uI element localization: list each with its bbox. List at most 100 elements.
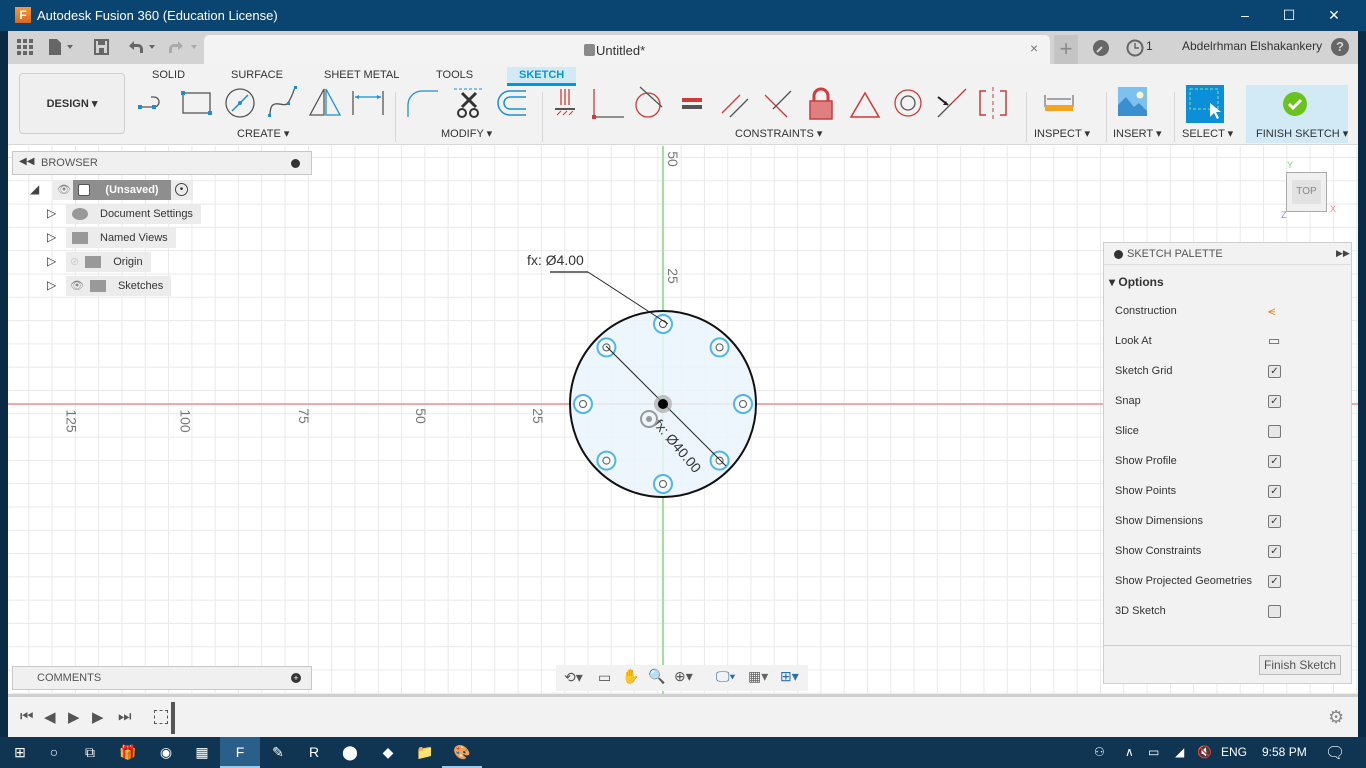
constraints-menu[interactable]: CONSTRAINTS ▾ [735, 127, 822, 140]
checkbox-slice[interactable] [1268, 425, 1281, 438]
tab-tools[interactable]: TOOLS [432, 67, 477, 83]
palette-expand-icon[interactable]: ▶▶ [1336, 248, 1350, 259]
modify-menu[interactable]: MODIFY ▾ [441, 127, 492, 140]
viewcube[interactable]: TOP [1286, 172, 1327, 212]
measure-icon[interactable] [1041, 85, 1079, 121]
inspect-menu[interactable]: INSPECT ▾ [1034, 127, 1090, 140]
expand-node-icon[interactable]: ▷ [47, 254, 56, 268]
close-button[interactable]: ✕ [1311, 0, 1357, 31]
browser-root-node[interactable]: 👁 (Unsaved) • [53, 180, 193, 200]
task-view-icon[interactable]: ⧉ [70, 737, 110, 768]
undo-icon[interactable] [126, 39, 156, 55]
tangent-icon[interactable] [630, 85, 668, 121]
insert-menu[interactable]: INSERT ▾ [1113, 127, 1162, 140]
expand-root-triangle-icon[interactable]: ◢ [30, 182, 39, 196]
midpoint-icon[interactable] [846, 85, 884, 121]
paint-icon[interactable]: 🎨 [442, 737, 482, 768]
eye-icon[interactable]: 👁 [70, 280, 84, 292]
add-comment-icon[interactable]: + [291, 673, 301, 683]
perpendicular-icon[interactable] [759, 85, 797, 121]
expand-node-icon[interactable]: ▷ [47, 278, 56, 292]
rectangle-icon[interactable] [178, 85, 216, 121]
viewcube-face[interactable]: TOP [1292, 180, 1321, 204]
collinear-icon[interactable] [932, 85, 970, 121]
data-panel-grid-icon[interactable] [17, 39, 33, 55]
line-icon[interactable] [136, 85, 174, 121]
coincident-icon[interactable] [588, 85, 626, 121]
fix-lock-icon[interactable] [802, 85, 840, 121]
taskbar-app-icon[interactable]: ▦ [182, 737, 222, 768]
language-indicator[interactable]: ENG [1221, 745, 1247, 759]
show-hidden-icons-chevron[interactable]: ∧ [1125, 745, 1134, 759]
checkbox-show-profile[interactable]: ✓ [1268, 455, 1281, 468]
taskbar-app-icon[interactable]: ✎ [258, 737, 298, 768]
activate-radio[interactable]: • [175, 183, 188, 196]
job-status-clock-icon[interactable] [1126, 39, 1144, 57]
checkbox-show-projected-geometries[interactable]: ✓ [1268, 575, 1281, 588]
checkbox-3d-sketch[interactable] [1268, 605, 1281, 618]
dimension-diameter-4[interactable]: fx: Ø4.00 [527, 252, 584, 268]
new-tab-button[interactable]: + [1054, 35, 1078, 64]
checkbox-show-points[interactable]: ✓ [1268, 485, 1281, 498]
close-tab-button[interactable]: × [1030, 40, 1050, 56]
expand-node-icon[interactable]: ▷ [47, 206, 56, 220]
symmetry-icon[interactable] [974, 85, 1012, 121]
checkbox-sketch-grid[interactable]: ✓ [1268, 365, 1281, 378]
checkbox-snap[interactable]: ✓ [1268, 395, 1281, 408]
user-account-menu[interactable]: Abdelrhman Elshakankery [1182, 39, 1322, 53]
taskbar-app-icon[interactable]: R [294, 737, 334, 768]
sketch-dimension-icon[interactable] [349, 85, 387, 121]
circle-icon[interactable] [221, 85, 259, 121]
go-to-start-icon[interactable]: ⏮ [20, 708, 34, 725]
play-icon[interactable]: ▶ [68, 708, 80, 726]
inkscape-icon[interactable]: ◆ [368, 737, 408, 768]
sketch-timeline-feature-icon[interactable] [154, 710, 168, 724]
go-to-end-icon[interactable]: ⏭ [118, 708, 132, 725]
browser-item[interactable]: ⊘ Origin [66, 252, 151, 272]
fillet-icon[interactable] [404, 85, 442, 121]
options-section-toggle[interactable]: ▾ Options [1109, 275, 1164, 289]
zoom-icon[interactable]: 🔍 [648, 668, 665, 685]
orbit-icon[interactable]: ⟲▾ [564, 669, 583, 686]
save-icon[interactable] [94, 39, 110, 55]
document-tab[interactable]: Untitled* × [204, 35, 1050, 64]
help-icon[interactable]: ? [1331, 38, 1349, 56]
construction-icon[interactable]: ⪪ [1268, 303, 1275, 319]
collapse-browser-icon[interactable]: ◀◀ [19, 156, 34, 167]
checkbox-show-constraints[interactable]: ✓ [1268, 545, 1281, 558]
horizontal-vertical-icon[interactable] [545, 85, 583, 121]
tab-sketch[interactable]: SKETCH [507, 67, 577, 86]
checkbox-show-dimensions[interactable]: ✓ [1268, 515, 1281, 528]
step-forward-icon[interactable]: ▶ [92, 708, 104, 726]
sketch-canvas[interactable]: 125 100 75 50 25 50 25 fx: Ø4.00 fx: Ø40… [8, 146, 1358, 694]
timeline-settings-gear-icon[interactable]: ⚙ [1328, 707, 1344, 728]
create-menu[interactable]: CREATE ▾ [237, 127, 289, 140]
minimize-button[interactable]: – [1222, 0, 1268, 31]
finish-sketch-button[interactable]: FINISH SKETCH ▾ [1246, 85, 1348, 143]
browser-item[interactable]: Document Settings [66, 204, 201, 224]
insert-image-icon[interactable] [1114, 85, 1152, 121]
tab-sheet-metal[interactable]: SHEET METAL [320, 67, 403, 83]
expand-node-icon[interactable]: ▷ [47, 230, 56, 244]
step-back-icon[interactable]: ◀ [44, 708, 56, 726]
maximize-button[interactable]: ☐ [1266, 0, 1312, 31]
parallel-icon[interactable] [716, 85, 754, 121]
browser-item[interactable]: Named Views [66, 228, 176, 248]
taskbar-app-icon[interactable]: 🎁 [108, 737, 148, 768]
equal-icon[interactable] [673, 85, 711, 121]
workspace-switcher[interactable]: DESIGN ▾ [19, 73, 125, 134]
eye-icon[interactable]: 👁 [57, 180, 71, 200]
browser-pin-icon[interactable] [291, 159, 300, 168]
battery-icon[interactable]: ▭ [1148, 745, 1159, 759]
viewports-icon[interactable]: ⊞▾ [780, 668, 799, 685]
select-menu[interactable]: SELECT ▾ [1182, 127, 1233, 140]
concentric-icon[interactable] [889, 85, 927, 121]
finish-sketch-palette-button[interactable]: Finish Sketch [1259, 655, 1341, 675]
action-center-icon[interactable]: 🗨 [1325, 743, 1345, 763]
file-menu-icon[interactable] [48, 39, 76, 55]
look-at-icon[interactable]: ▭ [598, 669, 611, 686]
fusion-taskbar-icon[interactable]: F [220, 737, 260, 768]
tab-surface[interactable]: SURFACE [227, 67, 287, 83]
clock[interactable]: 9:58 PM [1262, 745, 1307, 759]
chrome-icon[interactable]: ◉ [146, 737, 186, 768]
